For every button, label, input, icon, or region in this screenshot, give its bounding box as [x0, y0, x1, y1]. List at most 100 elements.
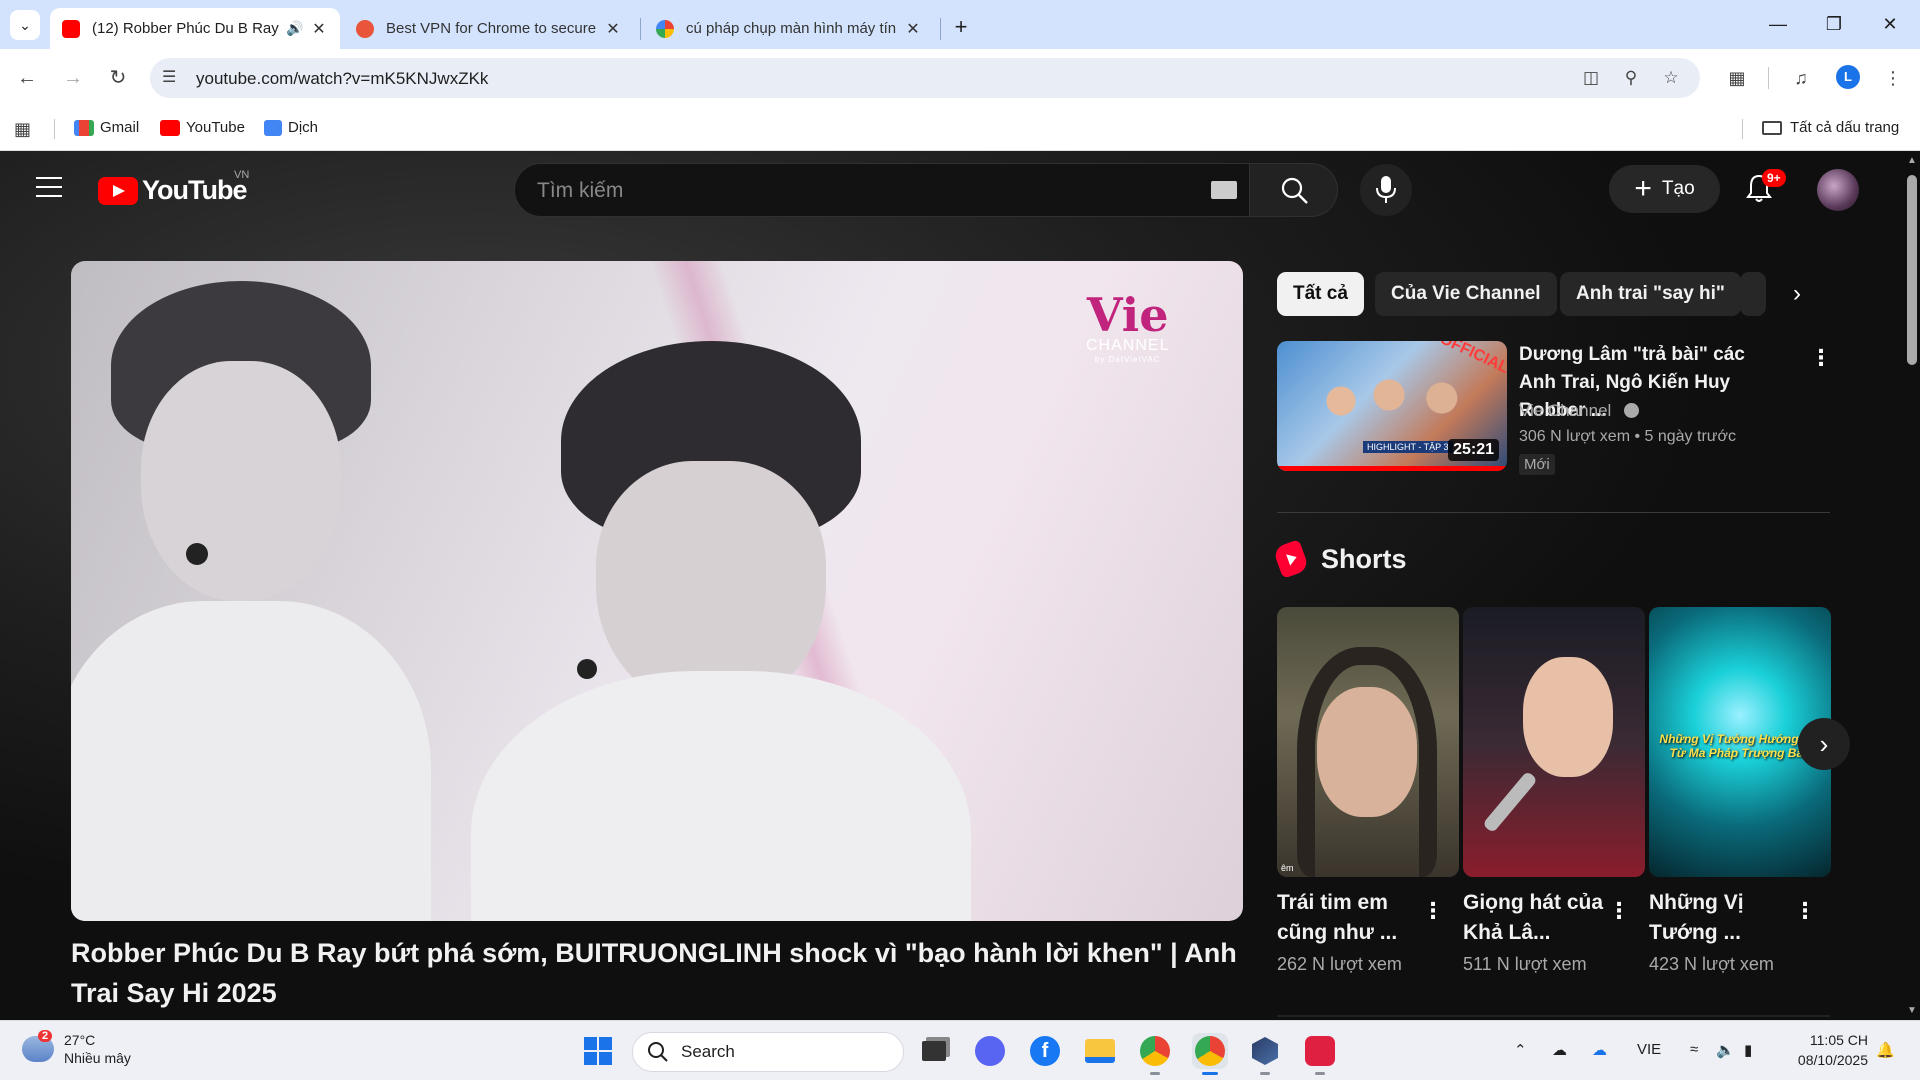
short-views-2: 511 N lượt xem [1463, 954, 1587, 974]
short-title-2[interactable]: Giọng hát của Khả Lâ... [1463, 888, 1613, 948]
chip-all[interactable]: Tất cả [1277, 272, 1364, 316]
chevron-right-icon: › [1793, 280, 1801, 307]
more-actions-icon[interactable]: ⋮ [1810, 343, 1832, 373]
tab-youtube[interactable]: (12) Robber Phúc Du B Ray 🔊 ✕ [50, 8, 340, 49]
create-label: Tạo [1661, 178, 1695, 199]
youtube-logo[interactable]: YouTube VN [98, 169, 249, 206]
microphone-icon [1376, 176, 1396, 203]
close-icon[interactable]: ✕ [602, 19, 624, 39]
profile-avatar[interactable]: L [1836, 65, 1860, 89]
scroll-down-icon[interactable]: ▼ [1905, 1005, 1919, 1017]
tab-strip: ⌄ (12) Robber Phúc Du B Ray 🔊 ✕ Best VPN… [0, 0, 1920, 49]
chip-anh-trai[interactable]: Anh trai "say hi" [1560, 272, 1741, 316]
more-actions-icon[interactable]: ⋮ [1608, 896, 1630, 926]
clock-time: 11:05 CH [1809, 1032, 1868, 1048]
onedrive-personal-icon[interactable]: ☁ [1552, 1041, 1567, 1059]
watermark-by: by DatVietVAC [1094, 355, 1161, 364]
close-window-button[interactable]: ✕ [1868, 8, 1912, 40]
create-button[interactable]: + Tạo [1609, 165, 1720, 213]
search-button[interactable] [1250, 163, 1338, 217]
language-indicator[interactable]: VIE [1637, 1041, 1661, 1058]
more-actions-icon[interactable]: ⋮ [1794, 896, 1816, 926]
zoom-icon[interactable]: ⚲ [1618, 66, 1644, 90]
shorts-title: Shorts [1321, 543, 1407, 574]
media-control-icon[interactable]: ♫ [1786, 63, 1816, 93]
extensions-icon[interactable]: ▦ [1722, 63, 1752, 93]
short-thumbnail-2[interactable] [1463, 607, 1645, 877]
file-explorer-icon[interactable] [1082, 1033, 1118, 1069]
video-player[interactable]: Vie CHANNEL by DatVietVAC [71, 261, 1243, 921]
close-icon[interactable]: ✕ [308, 19, 330, 39]
start-button[interactable] [580, 1033, 616, 1069]
tab-google[interactable]: cú pháp chụp màn hình máy tín ✕ [644, 8, 934, 49]
onedrive-icon[interactable]: ☁ [1592, 1041, 1607, 1059]
box-app-icon[interactable] [1247, 1033, 1283, 1075]
site-info-icon[interactable]: ☰ [162, 67, 176, 87]
chevron-down-icon: ⌄ [19, 17, 31, 33]
apps-grid-icon[interactable]: ▦ [14, 119, 31, 140]
region-code: VN [234, 169, 250, 181]
chip-more[interactable] [1740, 272, 1766, 316]
suggested-channel[interactable]: Vie Channel [1519, 401, 1640, 421]
tray-overflow-icon[interactable]: ⌃ [1514, 1041, 1527, 1059]
taskbar-search[interactable]: Search [632, 1032, 904, 1072]
face [141, 361, 341, 601]
tab-search-button[interactable]: ⌄ [10, 10, 40, 40]
short-hair [1297, 647, 1437, 877]
install-app-icon[interactable]: ◫ [1578, 66, 1604, 90]
bookmark-youtube[interactable]: YouTube [160, 119, 245, 136]
voice-search-button[interactable] [1360, 164, 1412, 216]
back-button[interactable]: ← [10, 61, 44, 95]
shorts-header: Shorts [1272, 539, 1407, 579]
search-input[interactable]: Tìm kiếm [514, 163, 1250, 217]
short-title-1[interactable]: Trái tim em cũng như ... [1277, 888, 1427, 948]
speaker-icon[interactable]: 🔊 [282, 20, 308, 37]
more-actions-icon[interactable]: ⋮ [1422, 896, 1444, 926]
channel-name: Vie Channel [1519, 401, 1612, 420]
chip-vie-channel[interactable]: Của Vie Channel [1375, 272, 1557, 316]
bookmark-translate[interactable]: Dịch [264, 119, 318, 136]
facebook-icon[interactable]: f [1027, 1033, 1063, 1069]
address-bar[interactable]: ☰ youtube.com/watch?v=mK5KNJwxZKk ◫ ⚲ ☆ [150, 58, 1700, 98]
keyboard-icon[interactable] [1211, 181, 1237, 199]
url-text[interactable]: youtube.com/watch?v=mK5KNJwxZKk [196, 69, 488, 89]
search-placeholder: Tìm kiếm [537, 179, 624, 202]
reload-button[interactable]: ↻ [101, 61, 135, 95]
tab-title: (12) Robber Phúc Du B Ray [92, 20, 279, 37]
scroll-up-icon[interactable]: ▲ [1905, 155, 1919, 167]
wifi-icon[interactable]: ≈ [1690, 1041, 1698, 1058]
kebab-menu-icon[interactable]: ⋮ [1878, 63, 1908, 93]
all-bookmarks-button[interactable]: Tất cả dấu trang [1762, 119, 1899, 136]
verified-icon [1624, 403, 1640, 418]
chips-next-button[interactable]: › [1780, 275, 1814, 313]
short-thumbnail-1[interactable]: êm [1277, 607, 1459, 877]
suggested-thumbnail[interactable]: OFFICIAL HIGHLIGHT - TẬP 3 25:21 [1277, 341, 1507, 471]
short-views-1: 262 N lượt xem [1277, 954, 1402, 974]
toolbar-divider [1768, 67, 1769, 89]
weather-widget[interactable]: 2 27°C Nhiều mây [22, 1030, 131, 1067]
tab-vpn[interactable]: Best VPN for Chrome to secure ✕ [344, 8, 634, 49]
browser-toolbar: ← → ↻ ☰ youtube.com/watch?v=mK5KNJwxZKk … [0, 49, 1920, 107]
headset-mic [186, 543, 208, 565]
clock[interactable]: 11:05 CH 08/10/2025 [1780, 1030, 1868, 1070]
chrome-active-icon[interactable] [1192, 1033, 1228, 1075]
star-icon[interactable]: ☆ [1658, 66, 1684, 90]
volume-icon[interactable]: 🔈 [1716, 1041, 1735, 1059]
short-title-3[interactable]: Những Vị Tướng ... [1649, 888, 1799, 948]
new-tab-button[interactable]: + [946, 12, 976, 42]
scrollbar-thumb[interactable] [1907, 175, 1917, 365]
avatar[interactable] [1817, 169, 1859, 211]
minimize-button[interactable]: — [1756, 8, 1800, 40]
close-icon[interactable]: ✕ [902, 19, 924, 39]
chrome-profile-icon[interactable] [1137, 1033, 1173, 1075]
camera-app-icon[interactable] [1302, 1033, 1338, 1075]
battery-icon[interactable]: ▮ [1744, 1041, 1752, 1059]
discord-icon[interactable] [972, 1033, 1008, 1069]
hamburger-menu-icon[interactable] [36, 177, 62, 197]
bookmark-gmail[interactable]: Gmail [74, 119, 139, 136]
notification-center-icon[interactable]: 🔔 [1876, 1041, 1895, 1059]
task-view-icon[interactable] [916, 1033, 952, 1069]
restore-button[interactable]: ❐ [1812, 8, 1856, 40]
forward-button[interactable]: → [56, 61, 90, 95]
shorts-next-button[interactable]: › [1798, 718, 1850, 770]
